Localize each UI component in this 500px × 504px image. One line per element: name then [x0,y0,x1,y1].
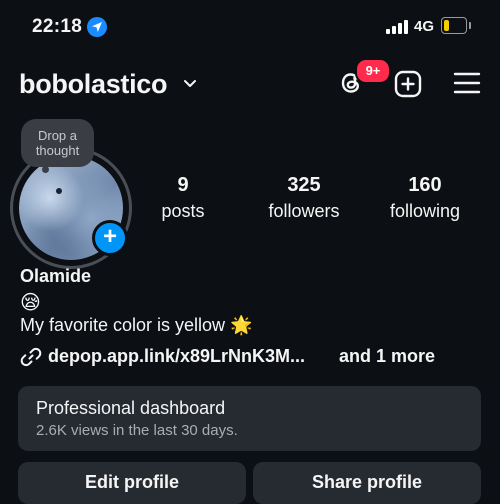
status-time: 22:18 [32,16,83,37]
bio-text: My favorite color is yellow 🌟 [20,315,253,335]
thought-bubble-tail [42,166,49,173]
posts-count: 9 [177,174,189,196]
share-profile-button[interactable]: Share profile [253,462,481,504]
dashboard-subtitle: 2.6K views in the last 30 days. [36,422,238,439]
stat-followers[interactable]: 325 followers [258,174,350,222]
stat-following[interactable]: 160 following [383,174,467,222]
dashboard-title: Professional dashboard [36,398,226,418]
stat-posts[interactable]: 9 posts [148,174,218,222]
professional-dashboard-card[interactable]: Professional dashboard 2.6K views in the… [18,386,481,451]
drop-thought-label: Drop a thought [35,128,80,158]
profile-header: bobolastico 9+ [0,58,500,108]
followers-label: followers [268,201,340,221]
followers-count: 325 [287,174,321,196]
bio-link-more[interactable]: and 1 more [339,346,435,367]
link-chain-icon [20,346,42,373]
battery-low-icon [441,17,471,34]
hamburger-menu-icon[interactable] [453,71,481,95]
chevron-down-icon[interactable] [183,76,197,94]
plus-square-icon[interactable] [393,69,423,99]
network-type: 4G [414,18,435,35]
display-name: Olamide [20,266,92,286]
location-arrow-icon [87,17,107,37]
following-label: following [389,201,461,221]
username-switcher[interactable]: bobolastico [19,69,168,100]
edit-profile-button[interactable]: Edit profile [18,462,246,504]
status-bar: 22:18 4G [0,0,500,56]
signal-bars-icon [386,19,410,34]
following-count: 160 [408,174,442,196]
add-story-plus-icon[interactable]: + [92,220,128,256]
posts-label: posts [161,201,205,221]
drop-thought-bubble[interactable]: Drop a thought [21,119,94,167]
bio-emoji: 😪 [20,292,41,314]
notification-badge[interactable]: 9+ [355,58,391,84]
bio-link[interactable]: depop.app.link/x89LrNnK3M... [48,346,305,367]
